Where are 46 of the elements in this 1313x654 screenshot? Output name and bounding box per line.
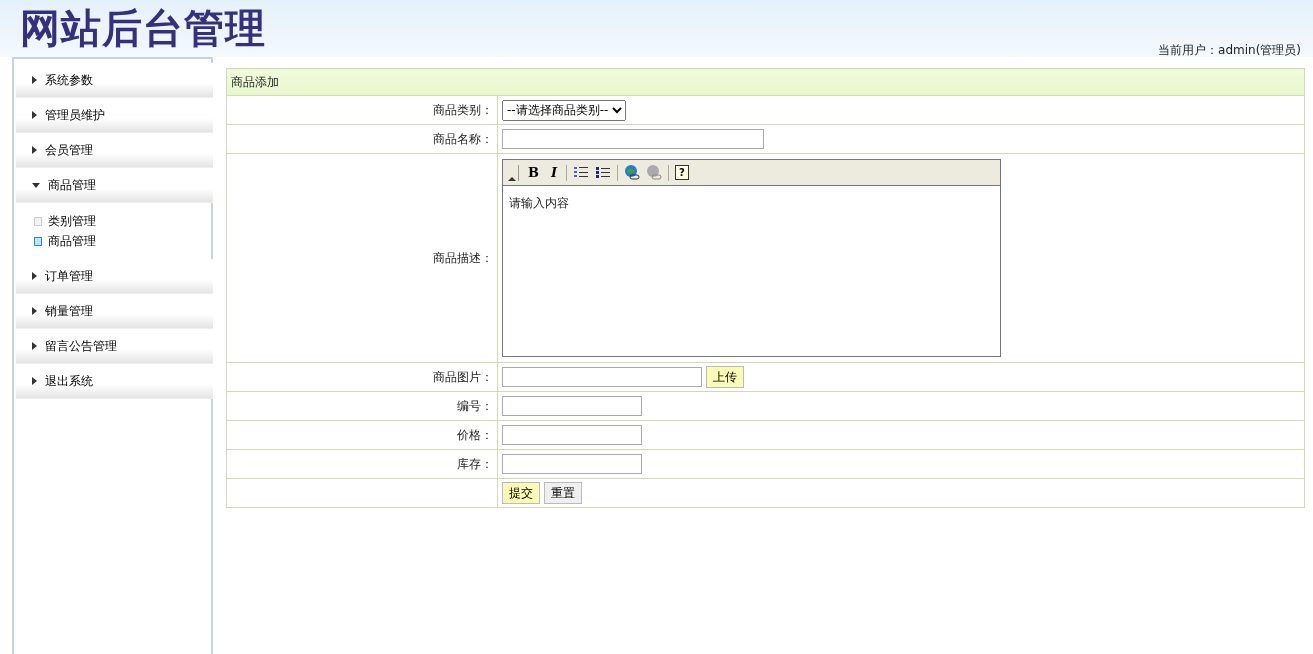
field-label: 商品图片： <box>433 370 493 384</box>
sidebar-item[interactable]: 留言公告管理 <box>16 329 213 364</box>
caret-right-icon <box>32 111 37 119</box>
caret-right-icon <box>32 76 37 84</box>
submit-button[interactable]: 提交 <box>502 482 540 504</box>
submenu-item[interactable]: 商品管理 <box>34 231 96 251</box>
caret-right-icon <box>32 146 37 154</box>
field-label: 商品描述： <box>433 251 493 265</box>
sidebar-item[interactable]: 商品管理 <box>16 168 213 203</box>
collapse-toolbar-icon[interactable] <box>507 162 519 183</box>
bullet-list-icon[interactable] <box>595 164 612 181</box>
field-label: 价格： <box>457 428 493 442</box>
text-input[interactable] <box>502 425 642 445</box>
category-select[interactable]: --请选择商品类别-- <box>502 99 626 121</box>
italic-button[interactable]: I <box>548 164 561 181</box>
form-title: 商品添加 <box>226 68 1305 96</box>
sidebar-item[interactable]: 销量管理 <box>16 294 213 329</box>
sidebar-item[interactable]: 订单管理 <box>16 259 213 294</box>
field-label: 商品类别： <box>433 103 493 117</box>
sidebar-item[interactable]: 会员管理 <box>16 133 213 168</box>
text-input[interactable] <box>502 396 642 416</box>
sidebar-item[interactable]: 系统参数 <box>16 63 213 98</box>
editor-content-area[interactable]: 请输入内容 <box>503 186 1000 356</box>
globe-link-icon[interactable] <box>624 164 641 181</box>
caret-right-icon <box>32 307 37 315</box>
field-label: 库存： <box>457 457 493 471</box>
site-title: 网站后台管理 <box>19 4 266 53</box>
sidebar-item[interactable]: 管理员维护 <box>16 98 213 133</box>
globe-unlink-icon[interactable] <box>646 164 663 181</box>
text-input[interactable] <box>502 367 702 387</box>
text-input[interactable] <box>502 454 642 474</box>
sidebar-item[interactable]: 退出系统 <box>16 364 213 399</box>
bold-button[interactable]: B <box>525 164 542 181</box>
field-label: 商品名称： <box>433 132 493 146</box>
help-button[interactable]: ? <box>675 165 689 180</box>
current-user-label: 当前用户：admin(管理员) <box>1158 42 1301 59</box>
upload-button[interactable]: 上传 <box>705 366 744 388</box>
caret-right-icon <box>32 342 37 350</box>
text-input[interactable] <box>502 129 764 149</box>
submenu-item[interactable]: 类别管理 <box>34 211 96 231</box>
reset-button[interactable]: 重置 <box>543 482 582 504</box>
caret-right-icon <box>32 272 37 280</box>
editor-text: 请输入内容 <box>509 196 569 210</box>
caret-down-icon <box>32 182 40 188</box>
caret-right-icon <box>32 377 37 385</box>
field-label: 编号： <box>457 399 493 413</box>
